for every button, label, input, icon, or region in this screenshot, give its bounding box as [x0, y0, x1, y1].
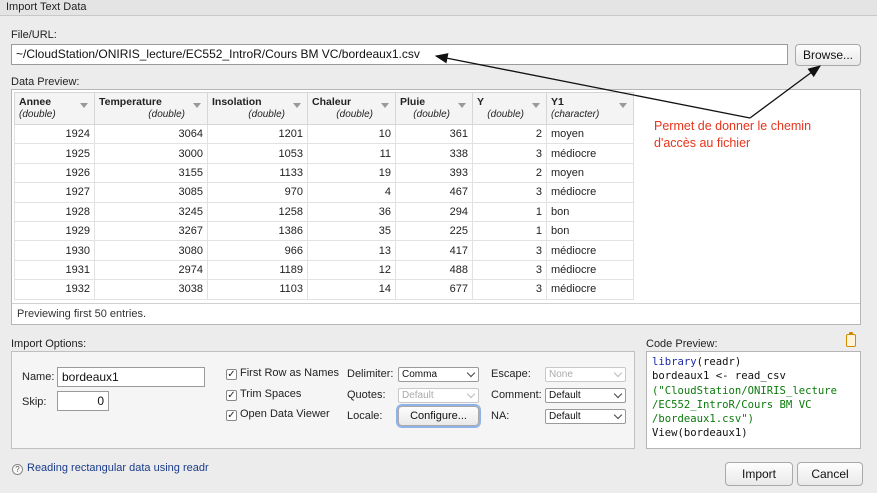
code-line-2: bordeaux1 <- read_csv — [652, 370, 786, 383]
first-row-checkbox[interactable]: ✓ — [226, 369, 237, 380]
cancel-button[interactable]: Cancel — [797, 462, 863, 486]
annotation-line-2: d'accès au fichier — [654, 136, 751, 150]
trim-spaces-checkbox[interactable]: ✓ — [226, 390, 237, 401]
name-input[interactable]: bordeaux1 — [57, 367, 205, 387]
locale-label: Locale: — [347, 410, 383, 422]
name-label: Name: — [22, 371, 55, 383]
code-keyword: library — [652, 356, 697, 368]
escape-value: None — [549, 369, 573, 380]
skip-label: Skip: — [22, 396, 47, 408]
chevron-down-icon — [613, 389, 623, 399]
help-link-text[interactable]: Reading rectangular data using readr — [27, 462, 209, 474]
code-preview-label: Code Preview: — [646, 338, 718, 350]
code-line-1: library(readr) — [652, 355, 855, 369]
clipboard-icon[interactable] — [846, 332, 856, 347]
open-viewer-checkbox[interactable]: ✓ — [226, 410, 237, 421]
help-link[interactable]: ? Reading rectangular data using readr — [12, 462, 209, 475]
annotation-line-1: Permet de donner le chemin — [654, 119, 812, 133]
code-line-4: /EC552_IntroR/Cours BM VC — [652, 398, 812, 411]
quotes-value: Default — [402, 390, 434, 401]
code-text: (readr) — [696, 356, 742, 368]
skip-input[interactable]: 0 — [57, 391, 109, 411]
chevron-down-icon — [466, 368, 476, 378]
arrow-to-file-input — [434, 53, 751, 119]
na-value: Default — [549, 411, 581, 422]
code-line-3: ("CloudStation/ONIRIS_lecture — [652, 384, 837, 397]
chevron-down-icon — [466, 389, 476, 399]
escape-select[interactable]: None — [545, 367, 626, 382]
delimiter-value: Comma — [402, 369, 438, 380]
import-button[interactable]: Import — [725, 462, 793, 486]
chevron-down-icon — [613, 368, 623, 378]
annotation-text: Permet de donner le chemin d'accès au fi… — [654, 118, 854, 152]
na-label: NA: — [491, 410, 510, 422]
na-select[interactable]: Default — [545, 409, 626, 424]
delimiter-label: Delimiter: — [347, 368, 394, 380]
comment-label: Comment: — [491, 389, 542, 401]
code-preview[interactable]: library(readr) bordeaux1 <- read_csv ("C… — [646, 351, 861, 449]
quotes-label: Quotes: — [347, 389, 386, 401]
comment-select[interactable]: Default — [545, 388, 626, 403]
code-line-5: /bordeaux1.csv") — [652, 413, 755, 426]
arrow-to-browse-button — [749, 65, 822, 119]
chevron-down-icon — [613, 410, 623, 420]
import-options-label: Import Options: — [11, 338, 87, 350]
comment-value: Default — [549, 390, 581, 401]
help-icon: ? — [12, 464, 23, 475]
trim-spaces-label: Trim Spaces — [240, 388, 302, 400]
code-line-6: View(bordeaux1) — [652, 427, 748, 440]
delimiter-select[interactable]: Comma — [398, 367, 479, 382]
quotes-select[interactable]: Default — [398, 388, 479, 403]
configure-button[interactable]: Configure... — [398, 406, 479, 426]
open-viewer-label: Open Data Viewer — [240, 408, 330, 420]
escape-label: Escape: — [491, 368, 531, 380]
first-row-label: First Row as Names — [240, 367, 340, 379]
